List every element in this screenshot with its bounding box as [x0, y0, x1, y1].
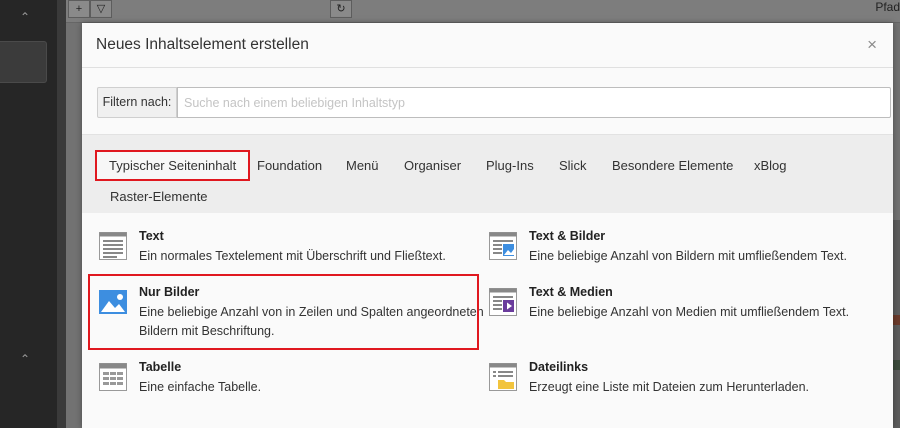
element-description: Eine beliebige Anzahl von Medien mit umf…	[529, 305, 850, 319]
element-description: Eine beliebige Anzahl von Bildern mit um…	[529, 249, 847, 263]
text-images-icon	[489, 232, 517, 260]
element-title: Text	[139, 229, 164, 243]
chevron-up-icon[interactable]: ⌃	[20, 10, 30, 24]
tab-special-elements[interactable]: Besondere Elemente	[612, 158, 733, 173]
tab-grid-elements[interactable]: Raster-Elemente	[110, 189, 208, 204]
element-description: Erzeugt eine Liste mit Dateien zum Herun…	[529, 380, 810, 394]
modal-title: Neues Inhaltselement erstellen	[96, 36, 309, 53]
close-icon[interactable]: ×	[867, 35, 877, 55]
tab-typical-page-content[interactable]: Typischer Seiteninhalt	[95, 150, 251, 181]
new-page-icon[interactable]: +	[68, 0, 90, 18]
element-title: Text & Bilder	[529, 229, 606, 243]
chevron-up-icon[interactable]: ⌃	[20, 352, 30, 366]
element-description: Eine einfache Tabelle.	[139, 380, 262, 394]
filter-icon[interactable]: ▽	[90, 0, 112, 18]
background-content-edge	[893, 220, 900, 428]
element-title: Dateilinks	[529, 360, 589, 374]
element-description: Ein normales Textelement mit Überschrift…	[139, 249, 446, 263]
table-icon	[99, 363, 127, 391]
element-description: Eine beliebige Anzahl von in Zeilen und …	[139, 305, 484, 338]
tab-menu[interactable]: Menü	[346, 158, 379, 173]
tab-foundation[interactable]: Foundation	[257, 158, 322, 173]
modal-header: Neues Inhaltselement erstellen ×	[82, 23, 893, 68]
element-title: Nur Bilder	[139, 285, 200, 299]
tab-slick[interactable]: Slick	[559, 158, 586, 173]
filter-label: Filtern nach:	[97, 87, 177, 118]
content-type-tabs: Typischer Seiteninhalt Foundation Menü O…	[82, 134, 893, 214]
tab-xblog[interactable]: xBlog	[754, 158, 787, 173]
tab-organiser[interactable]: Organiser	[404, 158, 461, 173]
images-icon	[99, 290, 127, 314]
scrollbar-divider	[57, 0, 66, 428]
text-icon	[99, 232, 127, 260]
flag-icon	[893, 315, 900, 325]
content-element-list: Text Ein normales Textelement mit Übersc…	[82, 213, 893, 428]
filter-input[interactable]	[177, 87, 891, 118]
tab-plug-ins[interactable]: Plug-Ins	[486, 158, 534, 173]
background-toolbar: + ▽ ↻ Pfad	[66, 0, 900, 23]
flag-icon	[893, 360, 900, 370]
element-title: Tabelle	[139, 360, 182, 374]
new-content-element-modal: Neues Inhaltselement erstellen × Filtern…	[82, 23, 893, 428]
file-links-icon	[489, 363, 517, 391]
module-menu: ⌃ ⌃	[0, 0, 57, 428]
path-label: Pfad	[875, 0, 900, 14]
element-title: Text & Medien	[529, 285, 613, 299]
refresh-icon[interactable]: ↻	[330, 0, 352, 18]
text-media-icon	[489, 288, 517, 316]
module-menu-selected[interactable]	[0, 41, 47, 83]
